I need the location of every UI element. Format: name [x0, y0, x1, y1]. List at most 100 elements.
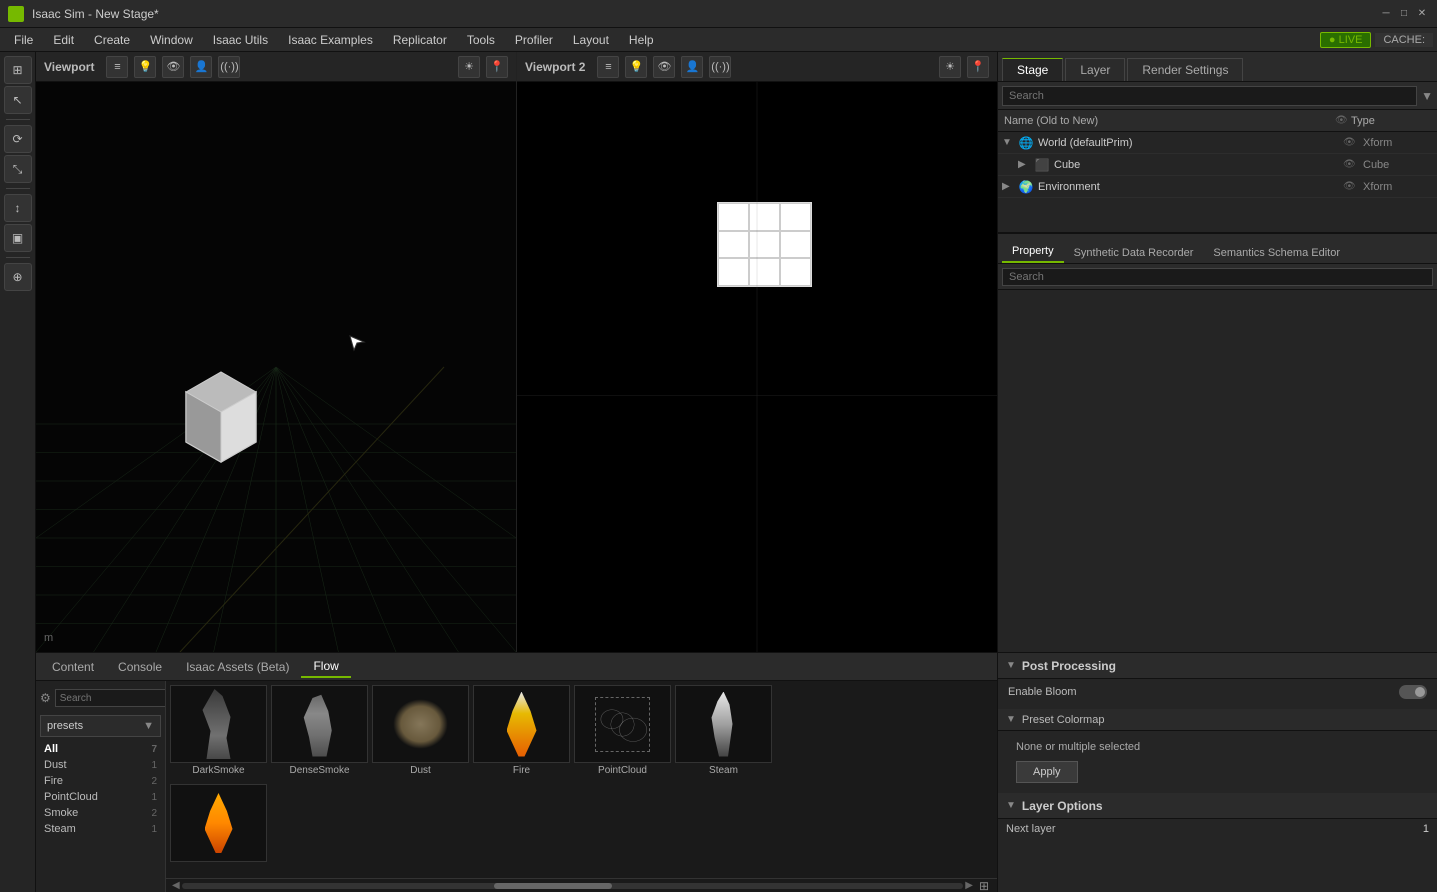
grid-toggle-icon[interactable]: ⊞ — [975, 879, 993, 892]
tree-row-world[interactable]: ▼ 🌐 World (defaultPrim) 👁 Xform — [998, 132, 1437, 154]
scroll-right-btn[interactable]: ▶ — [963, 880, 975, 891]
vp2-sensor-icon[interactable]: ((·)) — [709, 56, 731, 78]
menu-profiler[interactable]: Profiler — [505, 31, 563, 49]
asset-fire[interactable]: Fire — [473, 685, 570, 776]
toolbar-move-btn[interactable]: ↕ — [4, 194, 32, 222]
filter-settings-icon[interactable]: ⚙ — [40, 691, 51, 705]
tree-row-environment[interactable]: ▶ 🌍 Environment 👁 Xform — [998, 176, 1437, 198]
menu-window[interactable]: Window — [140, 31, 203, 49]
stage-tree: ▼ 🌐 World (defaultPrim) 👁 Xform ▶ ⬛ Cube… — [998, 132, 1437, 232]
toolbar-gizmo-btn[interactable]: ⊕ — [4, 263, 32, 291]
stage-search-input[interactable] — [1002, 86, 1417, 106]
menu-isaac-examples[interactable]: Isaac Examples — [278, 31, 383, 49]
stage-tree-header: Name (Old to New) 👁 Type — [998, 110, 1437, 132]
menu-replicator[interactable]: Replicator — [383, 31, 457, 49]
minimize-button[interactable]: ─ — [1379, 7, 1393, 21]
vp1-menu-icon[interactable]: ≡ — [106, 56, 128, 78]
vp1-camera-icon[interactable]: 👤 — [190, 56, 212, 78]
viewport-1-canvas[interactable]: m — [36, 82, 516, 652]
property-search-input[interactable] — [1002, 268, 1433, 286]
toolbar-select-btn[interactable]: ↖ — [4, 86, 32, 114]
toolbar-snap-btn[interactable]: ▣ — [4, 224, 32, 252]
vp2-light-icon[interactable]: 💡 — [625, 56, 647, 78]
tab-layer[interactable]: Layer — [1065, 58, 1125, 81]
tab-isaac-assets[interactable]: Isaac Assets (Beta) — [174, 657, 301, 677]
menu-file[interactable]: File — [4, 31, 43, 49]
tree-eye-world[interactable]: 👁 — [1343, 137, 1359, 148]
vp2-pin-icon[interactable]: 📍 — [967, 56, 989, 78]
filter-item-pointcloud[interactable]: PointCloud 1 — [40, 789, 161, 805]
viewport-2-canvas[interactable] — [517, 82, 997, 652]
filter-dust-label: Dust — [44, 759, 67, 771]
tab-synthetic-data[interactable]: Synthetic Data Recorder — [1064, 243, 1204, 263]
filter-pointcloud-label: PointCloud — [44, 791, 98, 803]
scroll-track[interactable] — [182, 883, 964, 889]
tab-content[interactable]: Content — [40, 657, 106, 677]
tab-stage[interactable]: Stage — [1002, 58, 1063, 81]
vp1-eye-icon[interactable]: 👁 — [162, 56, 184, 78]
asset-pointcloud[interactable]: PointCloud — [574, 685, 671, 776]
preset-colormap-header[interactable]: ▼ Preset Colormap — [998, 709, 1437, 731]
toolbar-scale-btn[interactable]: ⤡ — [4, 155, 32, 183]
tree-type-env: Xform — [1363, 181, 1433, 193]
asset-dense-smoke[interactable]: DenseSmoke — [271, 685, 368, 776]
tab-render-settings[interactable]: Render Settings — [1127, 58, 1243, 81]
filter-item-steam[interactable]: Steam 1 — [40, 821, 161, 837]
vp1-sensor-icon[interactable]: ((·)) — [218, 56, 240, 78]
menu-layout[interactable]: Layout — [563, 31, 619, 49]
property-panel: Property Synthetic Data Recorder Semanti… — [998, 232, 1437, 652]
filter-search-input[interactable] — [55, 689, 166, 707]
asset-scrollbar: ◀ ▶ ⊞ — [166, 878, 997, 892]
enable-bloom-toggle[interactable] — [1399, 685, 1427, 699]
viewport-2-header: Viewport 2 ≡ 💡 👁 👤 ((·)) ☀ 📍 — [517, 52, 997, 82]
vp2-crosshair — [517, 82, 997, 652]
colormap-status: None or multiple selected — [1008, 737, 1427, 757]
filter-dropdown[interactable]: presets ▼ — [40, 715, 161, 737]
filter-header: ⚙ — [40, 685, 161, 711]
vp2-eye-icon[interactable]: 👁 — [653, 56, 675, 78]
vp1-sun-icon[interactable]: ☀ — [458, 56, 480, 78]
filter-item-all[interactable]: All 7 — [40, 741, 161, 757]
asset-steam[interactable]: Steam — [675, 685, 772, 776]
filter-item-smoke[interactable]: Smoke 2 — [40, 805, 161, 821]
filter-item-dust[interactable]: Dust 1 — [40, 757, 161, 773]
filter-item-fire[interactable]: Fire 2 — [40, 773, 161, 789]
tree-arrow-cube: ▶ — [1018, 159, 1030, 170]
post-processing-header[interactable]: ▼ Post Processing — [998, 653, 1437, 679]
maximize-button[interactable]: □ — [1397, 7, 1411, 21]
tree-row-cube[interactable]: ▶ ⬛ Cube 👁 Cube — [998, 154, 1437, 176]
viewport-2-title: Viewport 2 — [525, 60, 585, 74]
apply-button[interactable]: Apply — [1016, 761, 1078, 783]
scroll-left-btn[interactable]: ◀ — [170, 880, 182, 891]
window-title: Isaac Sim - New Stage* — [32, 7, 159, 21]
tab-console[interactable]: Console — [106, 657, 174, 677]
tree-eye-env[interactable]: 👁 — [1343, 181, 1359, 192]
menu-create[interactable]: Create — [84, 31, 140, 49]
asset-dust[interactable]: Dust — [372, 685, 469, 776]
filter-steam-count: 1 — [151, 824, 157, 835]
menu-edit[interactable]: Edit — [43, 31, 84, 49]
menu-help[interactable]: Help — [619, 31, 664, 49]
toolbar-rotate-btn[interactable]: ⟳ — [4, 125, 32, 153]
tab-semantics[interactable]: Semantics Schema Editor — [1203, 243, 1350, 263]
menu-isaac-utils[interactable]: Isaac Utils — [203, 31, 278, 49]
vp1-light-icon[interactable]: 💡 — [134, 56, 156, 78]
live-badge[interactable]: ● LIVE — [1320, 32, 1372, 48]
asset-fire-thumb — [473, 685, 570, 763]
vp1-pin-icon[interactable]: 📍 — [486, 56, 508, 78]
vp2-menu-icon[interactable]: ≡ — [597, 56, 619, 78]
tab-property[interactable]: Property — [1002, 241, 1064, 263]
close-button[interactable]: ✕ — [1415, 7, 1429, 21]
asset-fire-2[interactable] — [170, 784, 267, 864]
asset-dark-smoke[interactable]: DarkSmoke — [170, 685, 267, 776]
tree-eye-cube[interactable]: 👁 — [1343, 159, 1359, 170]
menu-tools[interactable]: Tools — [457, 31, 505, 49]
vp2-sun-icon[interactable]: ☀ — [939, 56, 961, 78]
stage-tabs: Stage Layer Render Settings — [998, 52, 1437, 82]
stage-filter-icon[interactable]: ▼ — [1421, 89, 1433, 103]
viewports-area: Viewport ≡ 💡 👁 👤 ((·)) ☀ 📍 — [36, 52, 1437, 652]
vp2-camera-icon[interactable]: 👤 — [681, 56, 703, 78]
preset-colormap-title: Preset Colormap — [1022, 714, 1105, 726]
tab-flow[interactable]: Flow — [301, 656, 350, 678]
toolbar-grid-btn[interactable]: ⊞ — [4, 56, 32, 84]
